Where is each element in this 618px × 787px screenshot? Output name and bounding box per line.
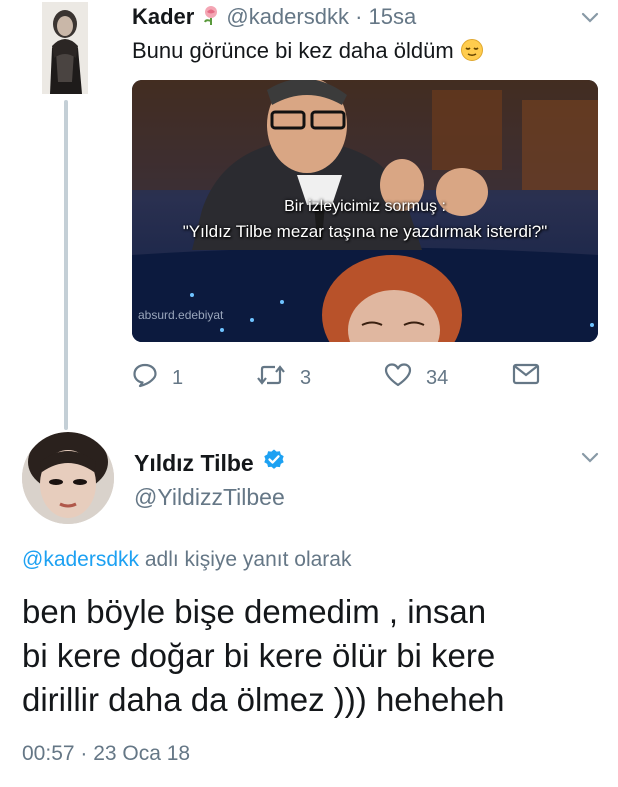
- replying-to-line: @kadersdkk adlı kişiye yanıt olarak: [22, 548, 351, 572]
- retweet-action[interactable]: 3: [256, 362, 311, 394]
- media-caption-line1: Bir izleyicimiz sormuş :: [284, 198, 446, 215]
- replying-to-mention-link[interactable]: @kadersdkk: [22, 548, 139, 571]
- author-name[interactable]: Kader: [132, 4, 194, 29]
- main-author-name-row: Yıldız Tilbe: [134, 448, 286, 478]
- direct-message-action[interactable]: [512, 362, 540, 392]
- envelope-icon: [512, 362, 540, 392]
- media-caption-line2: "Yıldız Tilbe mezar taşına ne yazdırmak …: [182, 222, 548, 241]
- tweet-media-image[interactable]: Bir izleyicimiz sormuş : "Yıldız Tilbe m…: [132, 80, 598, 342]
- verified-badge-icon: [262, 448, 286, 478]
- chevron-down-icon[interactable]: [580, 450, 600, 464]
- media-watermark: absurd.edebiyat: [138, 308, 224, 322]
- chevron-down-icon[interactable]: [580, 10, 600, 24]
- tweet-header: Kader @kadersdkk · 15sa: [132, 4, 416, 32]
- author-handle[interactable]: @kadersdkk: [226, 4, 349, 29]
- tweet-timestamp[interactable]: 00:57 · 23 Oca 18: [22, 742, 190, 766]
- main-author-name[interactable]: Yıldız Tilbe: [134, 450, 254, 477]
- rose-icon: [200, 4, 222, 32]
- relieved-face-emoji-icon: [460, 38, 484, 68]
- tweet-text: Bunu görünce bi kez daha öldüm: [132, 38, 484, 68]
- main-tweet-text: ben böyle bişe demedim , insan bi kere d…: [22, 593, 505, 718]
- separator-dot: ·: [348, 4, 369, 29]
- like-count: 34: [426, 366, 449, 389]
- tweet-actions-bar: 1 3 34: [132, 362, 552, 392]
- tweet-text-content: Bunu görünce bi kez daha öldüm: [132, 38, 454, 63]
- kader-avatar[interactable]: [42, 2, 88, 94]
- replying-to-suffix: adlı kişiye yanıt olarak: [139, 548, 352, 571]
- reply-action[interactable]: 1: [132, 362, 183, 394]
- yildiz-tilbe-avatar[interactable]: [22, 432, 114, 524]
- time-ago[interactable]: 15sa: [369, 4, 417, 29]
- reply-icon: [132, 362, 158, 394]
- like-action[interactable]: 34: [384, 362, 448, 394]
- heart-icon: [384, 362, 412, 394]
- main-author-handle[interactable]: @YildizzTilbee: [134, 484, 285, 511]
- reply-count: 1: [172, 366, 184, 389]
- thread-connector-line: [64, 100, 68, 430]
- retweet-count: 3: [300, 366, 312, 389]
- retweet-icon: [256, 362, 286, 394]
